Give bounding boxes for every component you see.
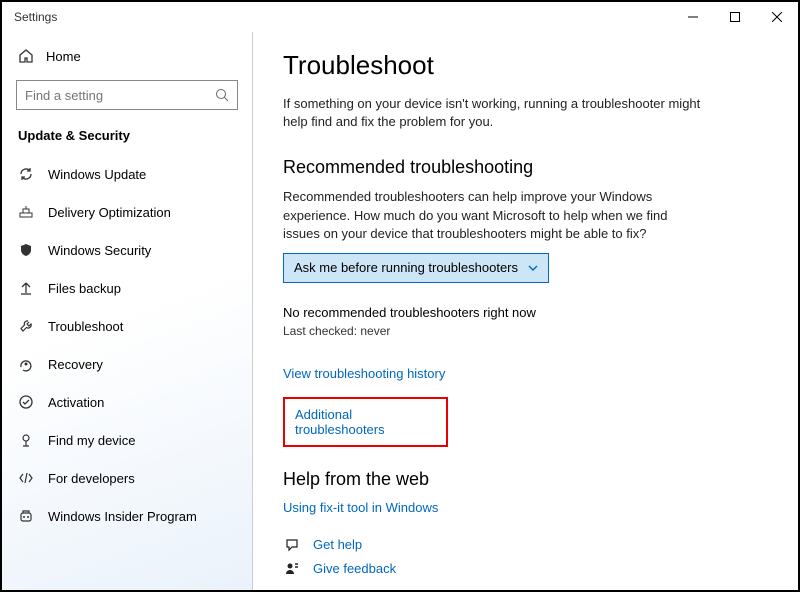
sidebar-item-troubleshoot[interactable]: Troubleshoot [10,307,244,345]
page-title: Troubleshoot [283,50,768,81]
fixit-link[interactable]: Using fix-it tool in Windows [283,500,438,515]
window-controls [672,2,798,32]
recommended-heading: Recommended troubleshooting [283,157,768,178]
sync-icon [18,166,34,182]
window-title: Settings [14,10,672,24]
recovery-icon [18,356,34,372]
intro-text: If something on your device isn't workin… [283,95,713,131]
sidebar-item-recovery[interactable]: Recovery [10,345,244,383]
nav-label: Troubleshoot [48,319,123,334]
sidebar-item-delivery-optimization[interactable]: Delivery Optimization [10,193,244,231]
insider-icon [18,508,34,524]
close-button[interactable] [756,2,798,32]
minimize-button[interactable] [672,2,714,32]
sidebar-item-for-developers[interactable]: For developers [10,459,244,497]
sidebar: Home Update & Security Windows Update De… [2,32,252,590]
no-recommended-text: No recommended troubleshooters right now [283,305,768,320]
troubleshoot-frequency-dropdown[interactable]: Ask me before running troubleshooters [283,253,549,283]
sidebar-item-windows-insider[interactable]: Windows Insider Program [10,497,244,535]
titlebar: Settings [2,2,798,32]
get-help-link[interactable]: Get help [313,537,362,552]
chevron-down-icon [528,265,538,271]
nav-label: Activation [48,395,104,410]
feedback-icon [283,561,301,577]
get-help-icon [283,537,301,553]
history-link[interactable]: View troubleshooting history [283,366,445,381]
sidebar-item-activation[interactable]: Activation [10,383,244,421]
search-input[interactable] [25,88,215,103]
sidebar-item-windows-security[interactable]: Windows Security [10,231,244,269]
nav-label: Windows Insider Program [48,509,197,524]
nav-label: Delivery Optimization [48,205,171,220]
home-icon [18,48,34,64]
search-box[interactable] [16,80,238,110]
check-circle-icon [18,394,34,410]
give-feedback-link[interactable]: Give feedback [313,561,396,576]
shield-icon [18,242,34,258]
home-label: Home [46,49,81,64]
nav-label: For developers [48,471,135,486]
additional-troubleshooters-highlight: Additional troubleshooters [283,397,448,447]
wrench-icon [18,318,34,334]
sidebar-item-windows-update[interactable]: Windows Update [10,155,244,193]
home-nav[interactable]: Home [10,38,244,74]
delivery-icon [18,204,34,220]
sidebar-item-find-my-device[interactable]: Find my device [10,421,244,459]
location-icon [18,432,34,448]
recommended-text: Recommended troubleshooters can help imp… [283,188,703,243]
maximize-button[interactable] [714,2,756,32]
code-icon [18,470,34,486]
nav-label: Recovery [48,357,103,372]
nav-label: Find my device [48,433,135,448]
section-header: Update & Security [10,124,244,155]
nav-label: Windows Update [48,167,146,182]
nav-label: Files backup [48,281,121,296]
last-checked-text: Last checked: never [283,324,768,338]
sidebar-item-files-backup[interactable]: Files backup [10,269,244,307]
additional-troubleshooters-link[interactable]: Additional troubleshooters [295,407,436,437]
content-area: Troubleshoot If something on your device… [252,32,798,590]
dropdown-value: Ask me before running troubleshooters [294,260,518,275]
help-heading: Help from the web [283,469,768,490]
search-icon [215,88,229,102]
nav-label: Windows Security [48,243,151,258]
backup-icon [18,280,34,296]
